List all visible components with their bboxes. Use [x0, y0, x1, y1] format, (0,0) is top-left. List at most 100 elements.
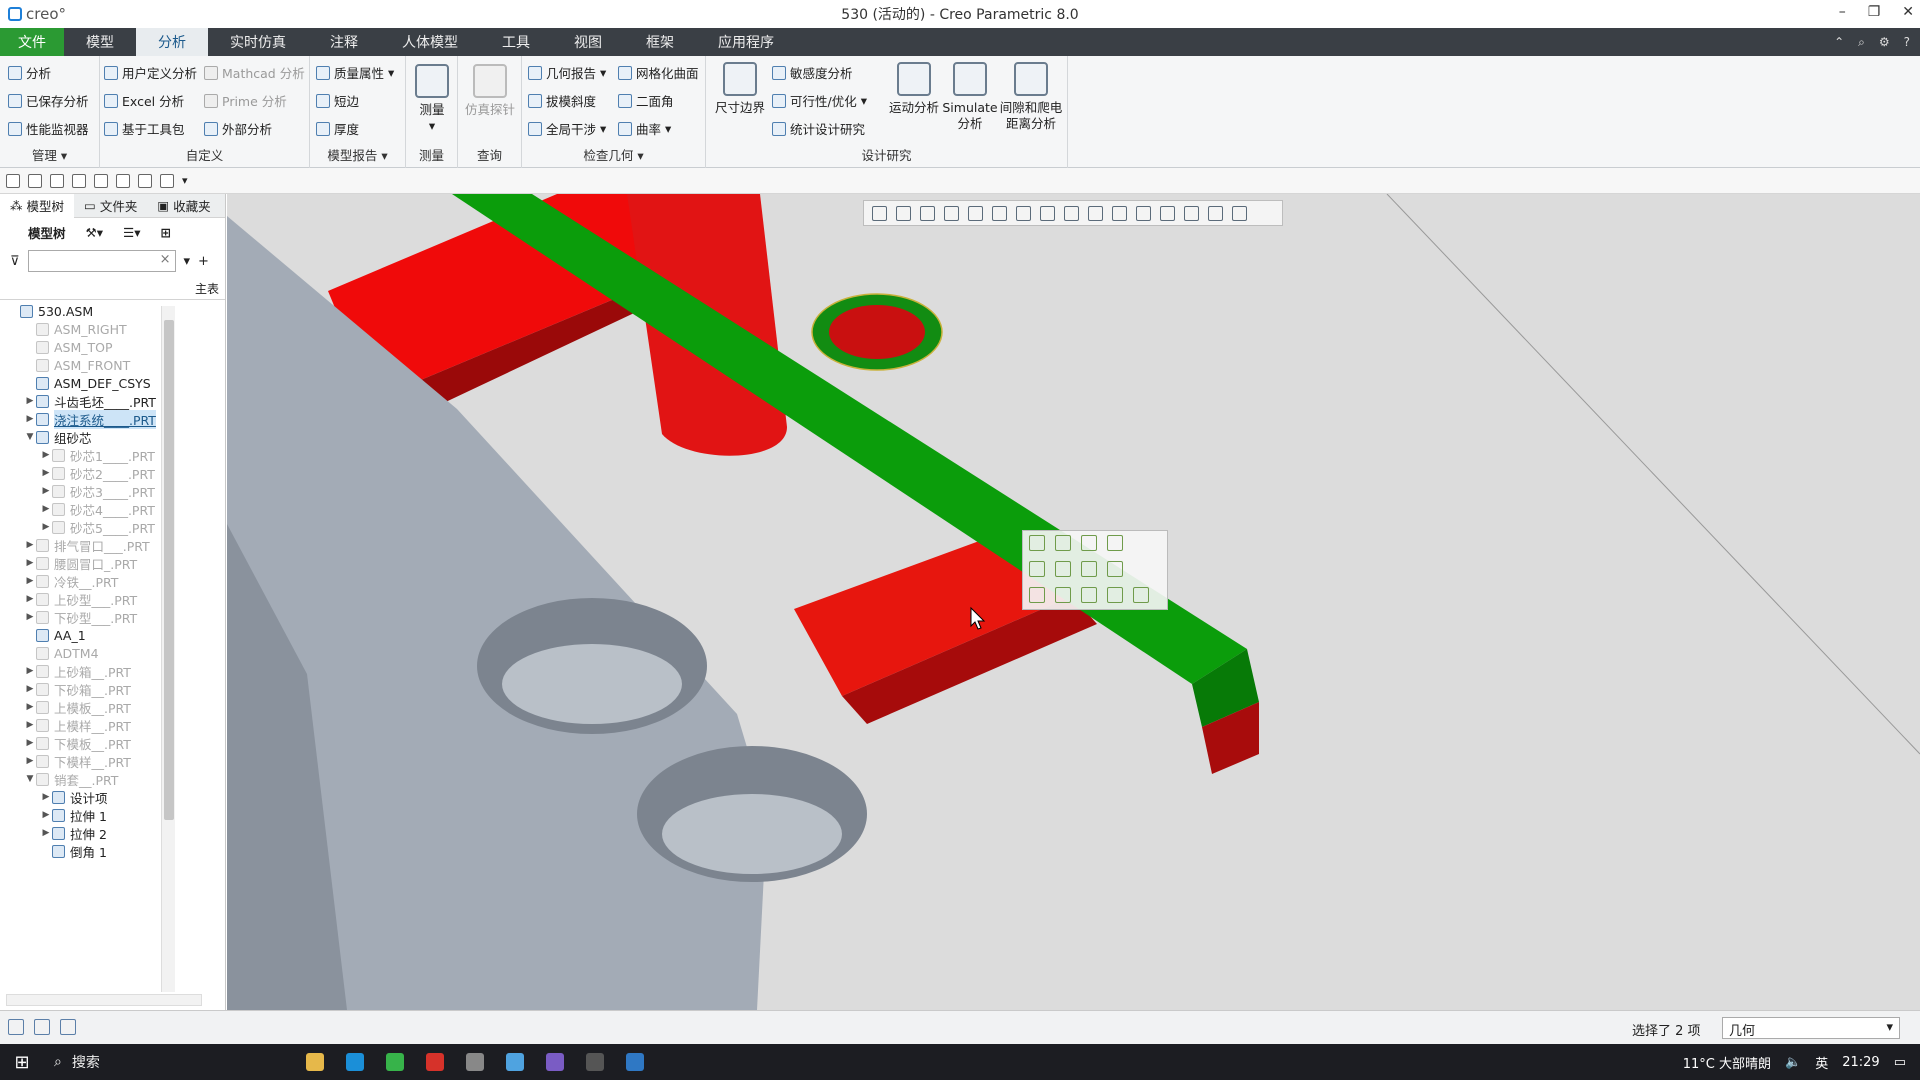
clearance-creepage-button[interactable]: 间隙和爬电 距离分析: [998, 62, 1064, 132]
selection-filter-select[interactable]: 几何: [1722, 1017, 1900, 1039]
motion-analysis-button[interactable]: 运动分析: [886, 62, 942, 116]
app4-icon[interactable]: [626, 1053, 644, 1071]
simulation-probe-button[interactable]: 仿真探针: [464, 64, 516, 118]
expand-toggle-icon[interactable]: ▶: [40, 450, 52, 460]
windows-start-icon[interactable]: ⊞: [0, 1052, 44, 1073]
tab-live-simulation[interactable]: 实时仿真: [208, 28, 308, 56]
close-window-icon[interactable]: [160, 173, 174, 188]
toggle-navigator-icon[interactable]: [8, 1019, 24, 1035]
tab-annotate[interactable]: 注释: [308, 28, 380, 56]
feasibility-optimization-button[interactable]: 可行性/优化 ▾: [772, 91, 867, 110]
measure-button[interactable]: 测量 ▾: [414, 64, 450, 134]
appearance-mini-icon[interactable]: [1081, 535, 1097, 551]
expand-toggle-icon[interactable]: ▶: [40, 828, 52, 838]
help-icon[interactable]: ?: [1904, 35, 1910, 49]
app3-icon[interactable]: [586, 1053, 604, 1071]
tab-model-tree[interactable]: ⁂ 模型树: [0, 193, 75, 218]
external-analysis-button[interactable]: 外部分析: [204, 119, 272, 138]
expand-toggle-icon[interactable]: ▶: [40, 810, 52, 820]
tab-file[interactable]: 文件: [0, 28, 64, 56]
file-explorer-icon[interactable]: [306, 1053, 324, 1071]
orient-mode-icon[interactable]: [1184, 205, 1199, 221]
tab-model[interactable]: 模型: [64, 28, 136, 56]
group-title-manage[interactable]: 管理 ▾: [0, 145, 99, 164]
expand-toggle-icon[interactable]: ▶: [24, 612, 36, 622]
tab-folder[interactable]: ▭ 文件夹: [74, 196, 147, 215]
tree-settings-icon[interactable]: ⚒▾: [86, 225, 103, 240]
expand-toggle-icon[interactable]: ▶: [40, 468, 52, 478]
wechat-icon[interactable]: [386, 1053, 404, 1071]
thickness-button[interactable]: 厚度: [316, 119, 359, 138]
performance-monitor-button[interactable]: 性能监视器: [8, 119, 89, 138]
customize-qat-icon[interactable]: ▾: [182, 174, 188, 187]
tree-horizontal-scrollbar[interactable]: [6, 994, 202, 1006]
expand-toggle-icon[interactable]: ▶: [40, 522, 52, 532]
edit-definition-icon[interactable]: [1029, 535, 1045, 551]
tree-filter-icon[interactable]: ⊞: [160, 225, 170, 240]
expand-toggle-icon[interactable]: ▶: [24, 594, 36, 604]
edge-icon[interactable]: [346, 1053, 364, 1071]
taskbar-search[interactable]: ⌕ 搜索: [44, 1044, 284, 1080]
exit-icon[interactable]: [1232, 205, 1247, 221]
tab-tools[interactable]: 工具: [480, 28, 552, 56]
open-part-icon[interactable]: [1055, 535, 1071, 551]
show-icon[interactable]: [1107, 587, 1123, 603]
expand-toggle-icon[interactable]: ▶: [24, 396, 36, 406]
expand-toggle-icon[interactable]: ▶: [24, 540, 36, 550]
tab-framework[interactable]: 框架: [624, 28, 696, 56]
point-icon[interactable]: [1081, 561, 1097, 577]
geometry-report-button[interactable]: 几何报告 ▾: [528, 63, 606, 82]
hide-icon[interactable]: [1081, 587, 1097, 603]
new-icon[interactable]: [6, 173, 20, 188]
expand-toggle-icon[interactable]: ▶: [24, 414, 36, 424]
redo-icon[interactable]: [94, 173, 108, 188]
search-icon[interactable]: ⌕: [1858, 35, 1865, 50]
user-defined-analysis-button[interactable]: 用户定义分析: [104, 63, 197, 82]
tree-search-input[interactable]: [27, 250, 176, 272]
full-screen-icon[interactable]: [60, 1019, 76, 1035]
collapse-ribbon-icon[interactable]: ⌃: [1834, 35, 1844, 49]
expand-toggle-icon[interactable]: ▶: [24, 558, 36, 568]
annotation-display-icon[interactable]: [1160, 205, 1175, 221]
mesh-surface-button[interactable]: 网格化曲面: [618, 63, 699, 82]
search-dropdown-icon[interactable]: ▾: [184, 254, 191, 269]
expand-toggle-icon[interactable]: ▶: [40, 504, 52, 514]
expand-toggle-icon[interactable]: ▶: [24, 738, 36, 748]
isolate-icon[interactable]: [1133, 587, 1149, 603]
saved-analysis-button[interactable]: 已保存分析: [8, 91, 89, 110]
mathcad-analysis-button[interactable]: Mathcad 分析: [204, 63, 305, 82]
dimension-boundary-button[interactable]: 尺寸边界: [712, 62, 768, 116]
refit-icon[interactable]: [872, 205, 887, 221]
section-icon[interactable]: [1088, 205, 1103, 221]
weather-text[interactable]: 11°C 大部晴朗: [1683, 1053, 1771, 1072]
expand-toggle-icon[interactable]: ▶: [24, 576, 36, 586]
prime-analysis-button[interactable]: Prime 分析: [204, 91, 287, 110]
app-icon[interactable]: [466, 1053, 484, 1071]
creo-taskbar-icon[interactable]: [506, 1053, 524, 1071]
tree-vertical-scrollbar[interactable]: [161, 306, 175, 992]
graphics-viewport[interactable]: [227, 194, 1920, 1010]
pattern-icon[interactable]: [1107, 535, 1123, 551]
statistical-design-study-button[interactable]: 统计设计研究: [772, 119, 865, 138]
perspective-icon[interactable]: [968, 205, 983, 221]
tab-applications[interactable]: 应用程序: [696, 28, 796, 56]
group-title-inspect-geometry[interactable]: 检查几何 ▾: [522, 145, 705, 164]
sketch-icon[interactable]: [1055, 587, 1071, 603]
analysis-button[interactable]: 分析: [8, 63, 51, 82]
expand-toggle-icon[interactable]: ▶: [24, 702, 36, 712]
filter-icon[interactable]: ⊽: [10, 254, 20, 269]
ime-indicator[interactable]: 英: [1815, 1053, 1828, 1072]
expand-toggle-icon[interactable]: ▼: [24, 774, 36, 784]
csys-icon[interactable]: [1107, 561, 1123, 577]
expand-toggle-icon[interactable]: ▼: [24, 432, 36, 442]
add-column-icon[interactable]: +: [198, 254, 209, 269]
sensitivity-analysis-button[interactable]: 敏感度分析: [772, 63, 853, 82]
zoom-in-icon[interactable]: [896, 205, 911, 221]
pause-icon[interactable]: [1208, 205, 1223, 221]
saved-orientations-icon[interactable]: [1016, 205, 1031, 221]
undo-icon[interactable]: [72, 173, 86, 188]
tab-manikin[interactable]: 人体模型: [380, 28, 480, 56]
curvature-button[interactable]: 曲率 ▾: [618, 119, 671, 138]
axis-icon[interactable]: [1055, 561, 1071, 577]
plane-icon[interactable]: [1029, 561, 1045, 577]
